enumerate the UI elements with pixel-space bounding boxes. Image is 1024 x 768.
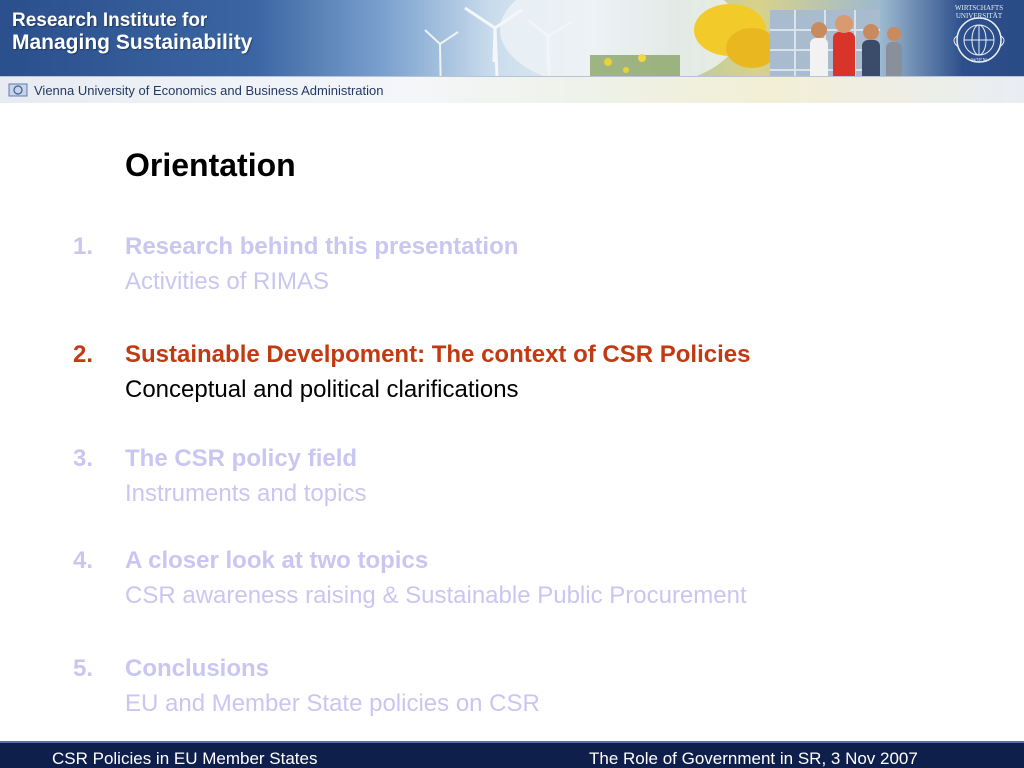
institute-title: Research Institute for Managing Sustaina… [12, 10, 252, 54]
agenda-item-number: 1. [73, 233, 94, 260]
seal-text-bottom: WIEN [971, 58, 987, 64]
agenda-item-heading: Sustainable Develpoment: The context of … [125, 341, 751, 368]
university-name: Vienna University of Economics and Busin… [34, 83, 384, 98]
agenda-item-number: 3. [73, 445, 94, 472]
institute-title-line2: Managing Sustainability [12, 31, 253, 54]
agenda-item-subheading: Activities of RIMAS [125, 268, 330, 295]
agenda-item-heading: The CSR policy field [125, 445, 358, 472]
seal-text-top: WIRTSCHAFTS UNIVERSITÄT [954, 4, 1004, 20]
university-emblem-icon [8, 83, 28, 97]
agenda-item-heading: Conclusions [125, 655, 270, 682]
footer-event-info: The Role of Government in SR, 3 Nov 2007 [589, 749, 918, 768]
agenda-item-number: 2. [73, 341, 94, 368]
agenda-item-subheading: EU and Member State policies on CSR [125, 690, 540, 717]
header-banner: WIRTSCHAFTS UNIVERSITÄT WIEN Research In… [0, 0, 1024, 103]
agenda-item-number: 4. [73, 547, 94, 574]
footer-bar: CSR Policies in EU Member States The Rol… [0, 741, 1024, 768]
footer-presentation-title: CSR Policies in EU Member States [52, 749, 318, 768]
slide-title: Orientation [125, 147, 296, 183]
agenda-item-heading: A closer look at two topics [125, 547, 429, 574]
institute-title-line1: Research Institute for [12, 10, 208, 31]
agenda-item-subheading: Conceptual and political clarifications [125, 376, 519, 403]
agenda-item-subheading: CSR awareness raising & Sustainable Publ… [125, 582, 747, 609]
agenda-item-heading: Research behind this presentation [125, 233, 519, 260]
agenda-item-number: 5. [73, 655, 94, 682]
agenda-item-subheading: Instruments and topics [125, 480, 367, 507]
